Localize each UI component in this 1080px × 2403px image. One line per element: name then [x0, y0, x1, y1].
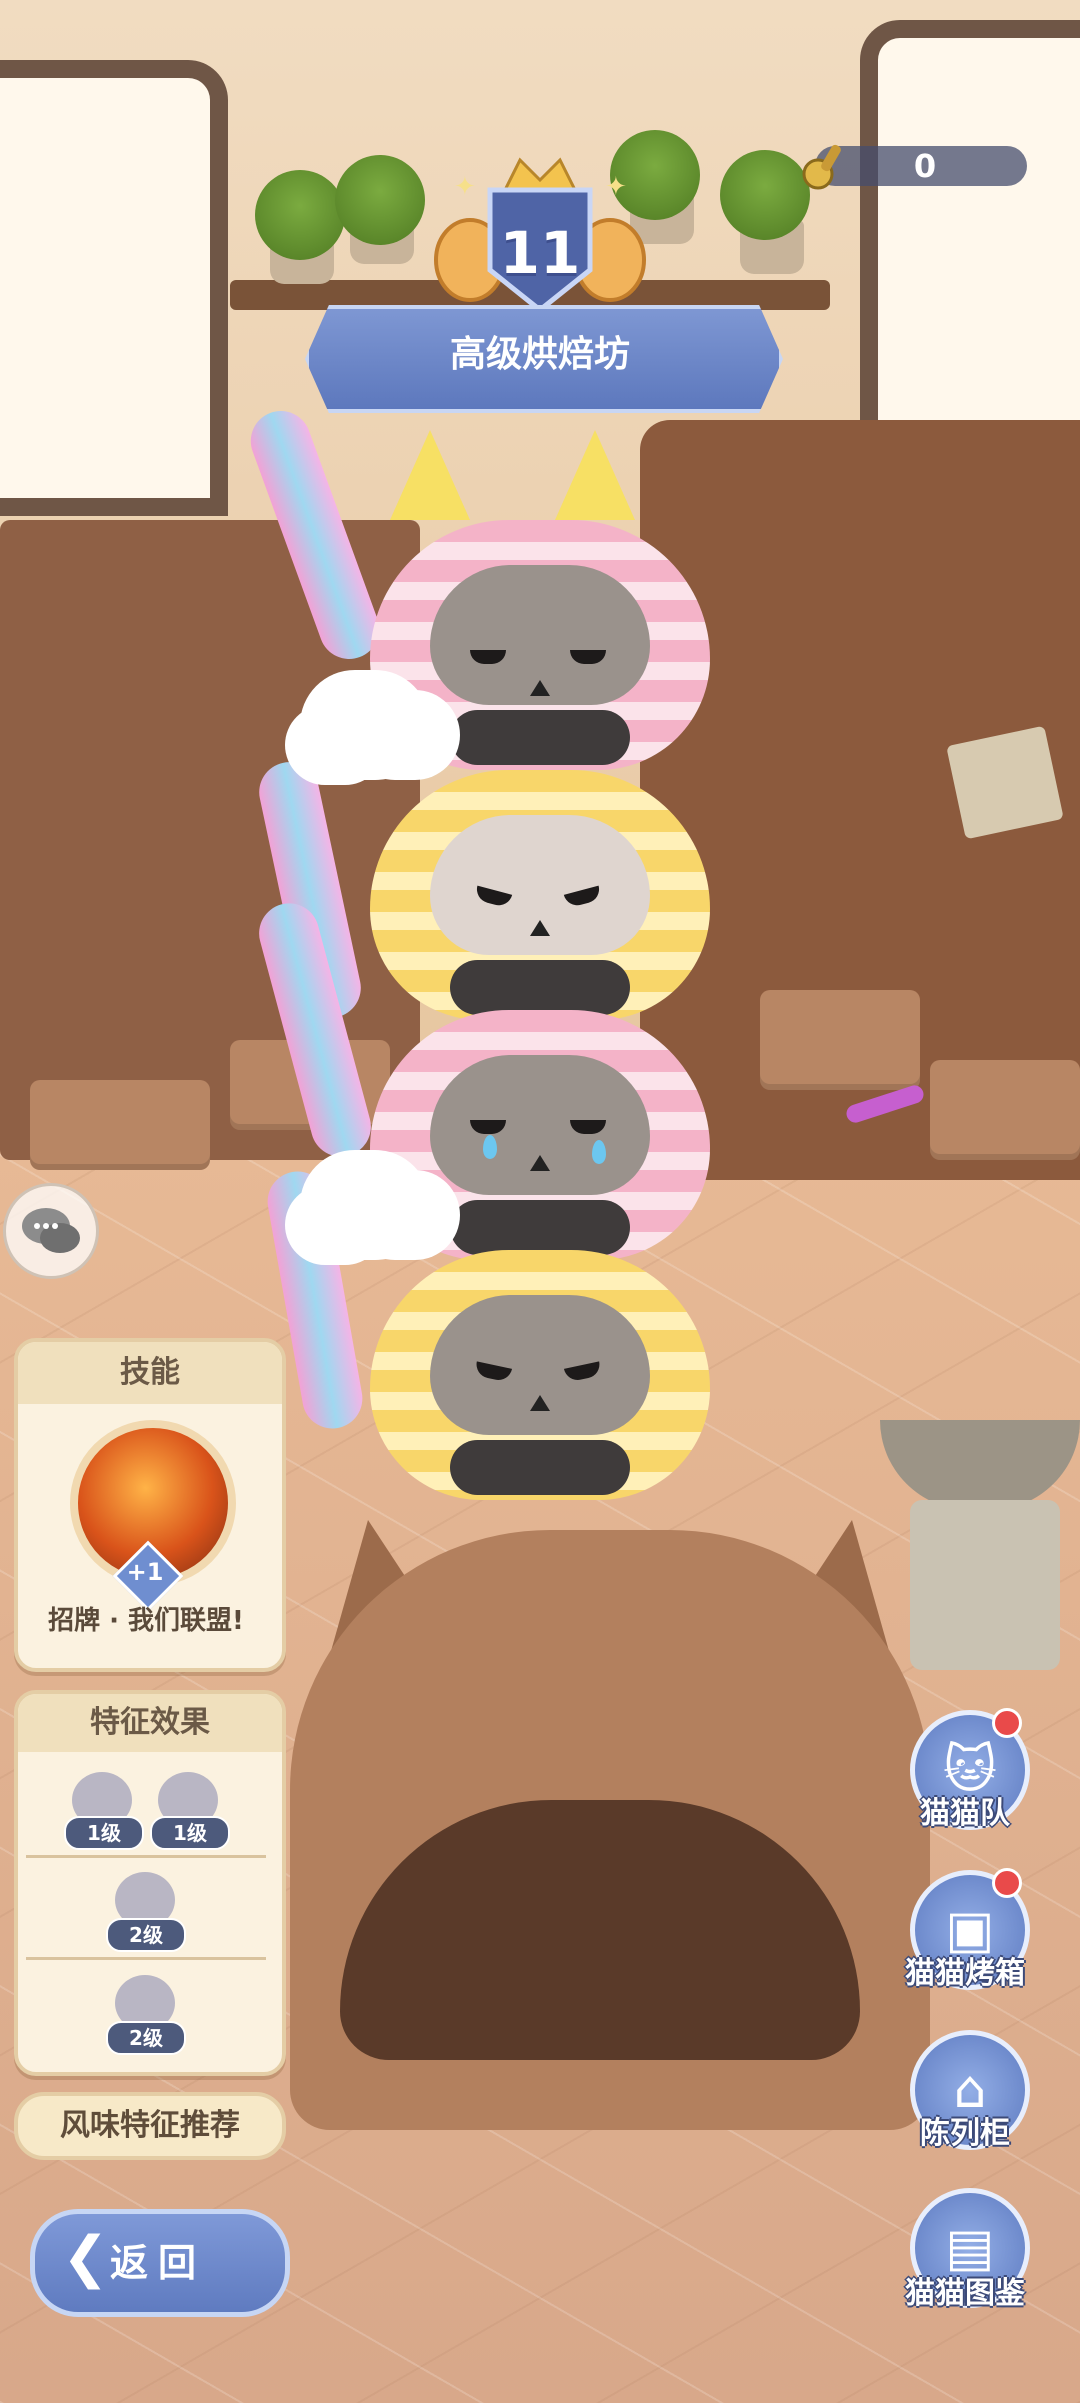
flavor-trait-recommend-button[interactable]: 风味特征推荐	[14, 2092, 286, 2160]
chat-button[interactable]	[3, 1183, 99, 1279]
drawer	[930, 1060, 1080, 1160]
trait-panel-header: 特征效果	[18, 1694, 282, 1752]
currency-value: 0	[913, 147, 937, 185]
back-arrow-icon: ❮	[62, 2225, 109, 2290]
hanging-note	[946, 725, 1064, 840]
cat-character-2[interactable]	[370, 770, 710, 1020]
divider	[26, 1855, 266, 1858]
notification-dot	[992, 1708, 1022, 1738]
cat-team-label: 猫猫队	[920, 1796, 1010, 1831]
divider	[26, 1957, 266, 1960]
golden-whisk-icon	[802, 144, 841, 190]
cat-character-4[interactable]	[370, 1250, 710, 1500]
cat-ear	[555, 430, 635, 520]
bakery-title: 高级烘焙坊	[449, 334, 630, 375]
right-window	[860, 20, 1080, 486]
smoke-cloud	[300, 1150, 430, 1260]
trait-level: 1级	[150, 1816, 230, 1850]
tear-drop	[592, 1140, 606, 1164]
cat-encyclopedia-label: 猫猫图鉴	[905, 2276, 1025, 2311]
cat-oven-label: 猫猫烤箱	[905, 1956, 1025, 1991]
trait-level: 2级	[106, 1918, 186, 1952]
potted-plant	[720, 150, 810, 240]
drawer	[30, 1080, 210, 1170]
back-button-label: 返回	[110, 2241, 207, 2285]
potted-plant	[255, 170, 345, 260]
notification-dot	[992, 1868, 1022, 1898]
potted-plant	[335, 155, 425, 245]
chat-bubble-icon	[22, 1208, 80, 1253]
svg-text:✦: ✦	[605, 172, 627, 202]
display-cabinet-label: 陈列柜	[920, 2116, 1010, 2151]
tear-drop	[483, 1135, 497, 1159]
cat-ear	[390, 430, 470, 520]
level-number: 11	[499, 219, 581, 287]
drawer	[760, 990, 920, 1090]
skill-panel-header: 技能	[18, 1342, 282, 1404]
kitchen-scale-base	[910, 1500, 1060, 1670]
left-window	[0, 60, 228, 516]
trait-level: 2级	[106, 2021, 186, 2055]
skill-level-badge-text: +1	[126, 1558, 164, 1586]
trait-level: 1级	[64, 1816, 144, 1850]
svg-text:✦: ✦	[454, 172, 476, 202]
smoke-cloud	[300, 670, 430, 780]
skill-name: 招牌 · 我们联盟!	[48, 1606, 244, 1636]
